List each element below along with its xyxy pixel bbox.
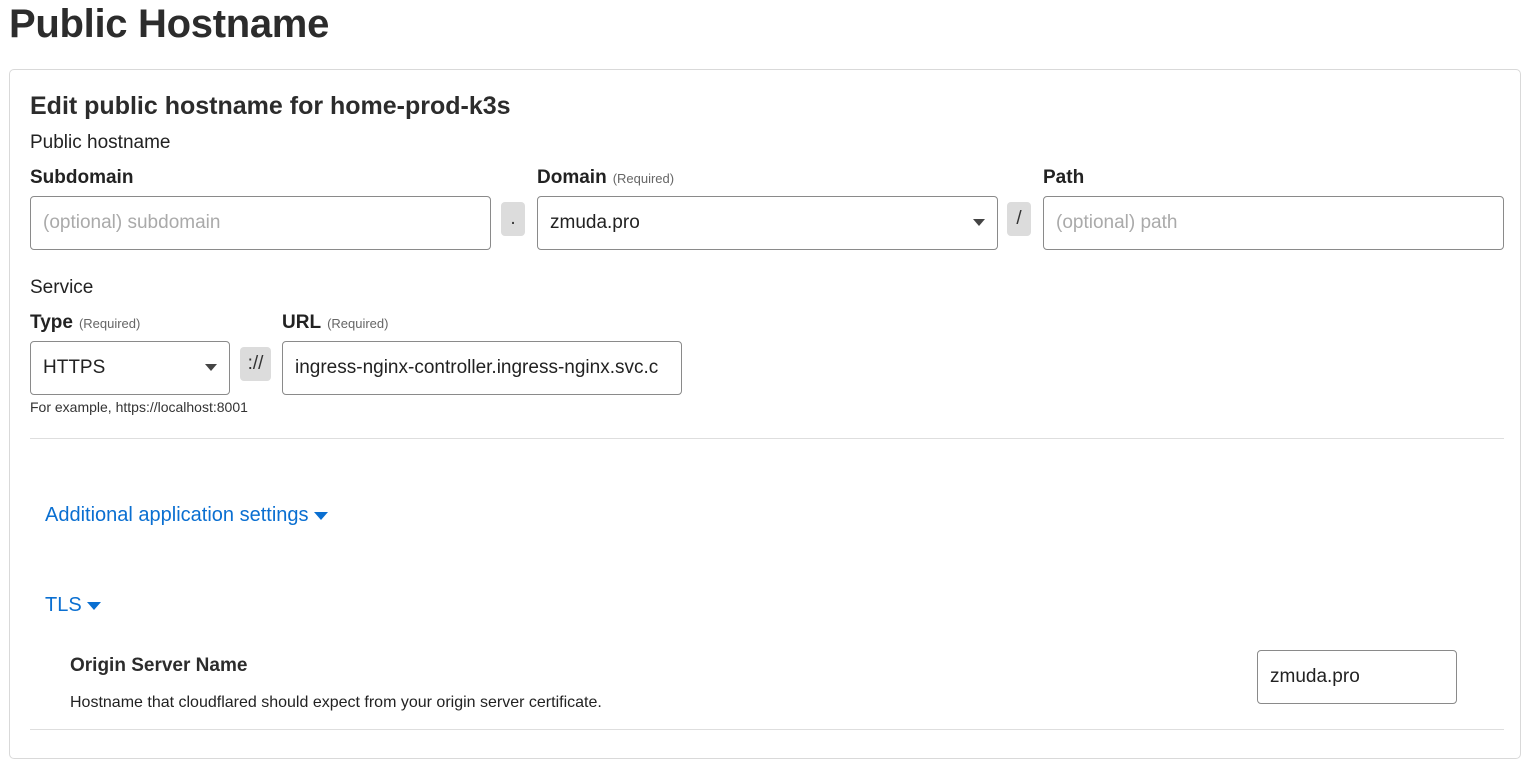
service-type-select[interactable]: HTTPS — [30, 341, 230, 395]
caret-down-icon — [973, 219, 985, 226]
card-title: Edit public hostname for home-prod-k3s — [30, 92, 511, 120]
additional-settings-label: Additional application settings — [45, 504, 309, 526]
domain-select[interactable]: zmuda.pro — [537, 196, 998, 250]
slash-separator: / — [1007, 202, 1031, 236]
scheme-separator: :// — [240, 347, 271, 381]
service-url-value: ingress-nginx-controller.ingress-nginx.s… — [295, 357, 659, 378]
service-url-input[interactable]: ingress-nginx-controller.ingress-nginx.s… — [282, 341, 682, 395]
subdomain-input[interactable]: (optional) subdomain — [30, 196, 491, 250]
divider — [30, 729, 1504, 730]
subdomain-placeholder: (optional) subdomain — [43, 212, 221, 233]
origin-server-name-title: Origin Server Name — [70, 655, 248, 676]
page-title: Public Hostname — [9, 2, 330, 46]
url-required-note: (Required) — [327, 316, 389, 331]
service-section-label: Service — [30, 277, 94, 298]
url-label: URL (Required) — [282, 312, 389, 333]
path-placeholder: (optional) path — [1056, 212, 1178, 233]
dot-separator: . — [501, 202, 525, 236]
domain-select-value: zmuda.pro — [550, 212, 640, 233]
service-example-hint: For example, https://localhost:8001 — [30, 399, 248, 415]
edit-hostname-card: Edit public hostname for home-prod-k3s P… — [9, 69, 1521, 759]
tls-toggle[interactable]: TLS — [45, 594, 101, 617]
path-label: Path — [1043, 167, 1085, 188]
subdomain-label: Subdomain — [30, 167, 134, 188]
triangle-down-icon — [86, 601, 101, 610]
domain-label: Domain (Required) — [537, 167, 675, 188]
path-input[interactable]: (optional) path — [1043, 196, 1504, 250]
public-hostname-section-label: Public hostname — [30, 132, 171, 153]
divider — [30, 438, 1504, 439]
domain-required-note: (Required) — [612, 171, 675, 186]
origin-server-name-value: zmuda.pro — [1270, 666, 1360, 687]
tls-label: TLS — [45, 594, 82, 616]
caret-down-icon — [205, 364, 217, 371]
type-label: Type (Required) — [30, 312, 141, 333]
origin-server-name-input[interactable]: zmuda.pro — [1257, 650, 1457, 704]
service-type-value: HTTPS — [43, 357, 106, 378]
additional-settings-toggle[interactable]: Additional application settings — [45, 504, 328, 527]
origin-server-name-description: Hostname that cloudflared should expect … — [70, 694, 602, 711]
type-required-note: (Required) — [78, 316, 141, 331]
triangle-down-icon — [313, 511, 328, 520]
